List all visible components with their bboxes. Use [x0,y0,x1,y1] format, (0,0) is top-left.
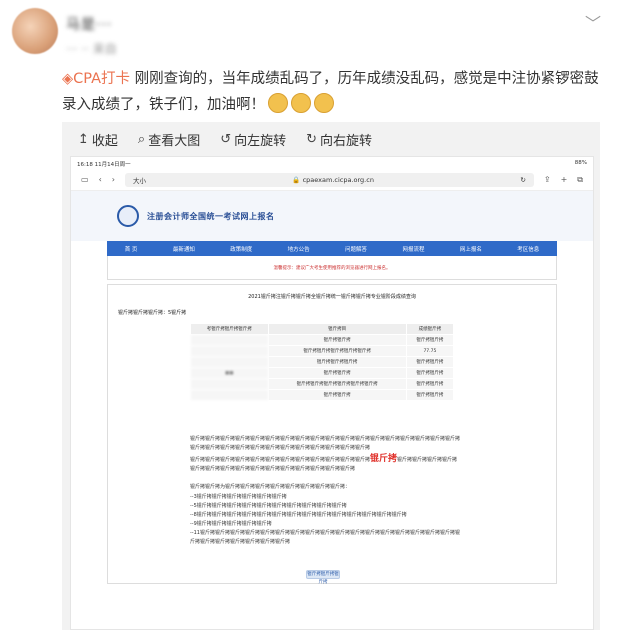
search-icon: ⌕ [137,131,146,147]
nav-item[interactable]: 最新通知 [173,245,195,253]
score-cell: 77.75 [405,345,455,357]
report-title: 2021锟斤拷注锟斤拷锟斤拷全锟斤拷统一锟斤拷锟斤拷专业锟阶段成绩查询 [248,294,416,300]
browser-bar: ▭ ‹ › 大小 🔒 cpaexam.cicpa.org.cn ↻ ⇪ + ⧉ [71,169,593,191]
table-cell [190,356,269,368]
subject-cell: 锟斤拷锟斤拷锟斤拷 [267,356,407,368]
rotate-right-button[interactable]: ↻ 向右旋转 [306,130,372,149]
table-row: 锟斤拷锟斤拷锟斤拷 锟斤拷锟斤拷 [190,356,455,368]
subject-cell: 锟斤拷锟斤拷 [267,367,407,379]
topic-link[interactable]: ◈CPA打卡 [62,71,135,87]
reload-icon: ↻ [520,175,526,184]
info-paragraph: 锟斤拷锟斤拷锟斤拷锟斤拷锟斤拷锟斤拷锟斤拷锟斤拷锟斤拷锟斤拷锟斤拷锟斤拷锟斤拷锟… [190,455,460,474]
score-cell: 锟斤拷锟斤拷 [405,367,455,379]
table-cell [190,378,269,390]
table-cell: ■■ [190,367,269,379]
view-large-label: 查看大图 [148,133,201,149]
rotate-right-icon: ↻ [306,131,318,147]
list-item: --5锟斤拷锟斤拷锟斤拷锟斤拷锟斤拷锟斤拷锟斤拷锟斤拷锟斤拷锟斤拷 [190,503,347,509]
status-time: 16:18 11月14日周一 [77,162,131,168]
collapse-button[interactable]: ↥ 收起 [78,130,118,149]
view-large-button[interactable]: ⌕ 查看大图 [138,130,200,149]
score-table: 考锟斤拷锟斤拷锟斤拷 锟斤拷目 成绩锟斤拷 锟斤拷锟斤拷 锟斤拷锟斤拷 锟斤拷锟斤拷… [190,323,455,401]
url-box: 大小 🔒 cpaexam.cicpa.org.cn ↻ [124,172,534,187]
fist-emoji-icon [314,93,334,113]
table-row: 锟斤拷锟斤拷锟斤拷锟斤拷锟斤拷 77.75 [190,345,455,357]
list-item: --11锟斤拷锟斤拷锟斤拷锟斤拷锟斤拷锟斤拷锟斤拷锟斤拷锟斤拷锟斤拷锟斤拷锟斤拷… [190,530,460,545]
subject-cell: 锟斤拷锟斤拷 [267,334,407,346]
table-row: 锟斤拷锟斤拷 锟斤拷锟斤拷 [190,334,455,346]
subject-cell: 锟斤拷锟斤拷 [267,389,407,401]
nav-item[interactable]: 问题解答 [345,245,367,253]
table-cell [190,389,269,401]
list-item: --3锟斤拷锟斤拷锟斤拷锟斤拷锟斤拷锟斤拷 [190,494,287,500]
site-header: 注册会计师全国统一考试网上报名 [71,191,593,241]
image-viewer: ↥ 收起 ⌕ 查看大图 ↺ 向左旋转 ↻ 向右旋转 16:18 11月14日周一 88%… [62,122,600,630]
nav-item[interactable]: 网报流程 [402,245,424,253]
table-row: 锟斤拷锟斤拷 锟斤拷锟斤拷 [190,389,455,401]
notice-text: 温馨提示：建议广大考生使用推荐的浏览器进行网上报名。 [273,265,391,271]
list-item: --8锟斤拷锟斤拷锟斤拷锟斤拷锟斤拷锟斤拷锟斤拷锟斤拷锟斤拷锟斤拷锟斤拷锟斤拷锟… [190,512,407,518]
score-cell: 锟斤拷锟斤拷 [405,389,455,401]
topic-label: CPA打卡 [73,71,131,87]
notice-panel: 温馨提示：建议广大考生使用推荐的浏览器进行网上报名。 [107,256,557,280]
info-list: --3锟斤拷锟斤拷锟斤拷锟斤拷锟斤拷锟斤拷 --5锟斤拷锟斤拷锟斤拷锟斤拷锟斤拷锟… [190,493,460,547]
nav-item[interactable]: 考区信息 [517,245,539,253]
list-item: --9锟斤拷锟斤拷锟斤拷锟斤拷锟斤拷 [190,521,272,527]
nav-item[interactable]: 政策制度 [230,245,252,253]
para-text: 锟斤拷锟斤拷锟斤拷锟斤拷锟斤拷锟斤拷锟斤拷锟斤拷锟斤拷锟斤拷锟斤拷锟斤拷 [190,457,371,463]
subject-cell: 锟斤拷锟斤拷锟斤拷锟斤拷锟斤拷锟斤拷 [267,378,407,390]
nav-item[interactable]: 地方公告 [288,245,310,253]
rotate-left-button[interactable]: ↺ 向左旋转 [220,130,286,149]
post-text: ◈CPA打卡 刚刚查询的，当年成绩乱码了，历年成绩没乱码，感觉是中注协紧锣密鼓录… [62,66,607,118]
viewer-toolbar: ↥ 收起 ⌕ 查看大图 ↺ 向左旋转 ↻ 向右旋转 [62,122,600,156]
plus-icon: + [560,175,568,184]
rotate-left-label: 向左旋转 [234,133,287,149]
cicpa-logo [117,205,139,227]
rotate-right-label: 向右旋转 [320,133,373,149]
sidebar-icon: ▭ [81,175,89,184]
rotate-left-icon: ↺ [220,131,232,147]
forward-icon: › [111,175,115,184]
score-report: 2021锟斤拷注锟斤拷锟斤拷全锟斤拷统一锟斤拷锟斤拷专业锟阶段成绩查询 锟斤拷锟… [107,284,557,585]
status-battery: 88% [574,160,587,166]
site-title: 注册会计师全国统一考试网上报名 [147,211,275,221]
tabs-icon: ⧉ [577,174,583,184]
print-button[interactable]: 锟斤拷锟斤拷锟斤拷 [306,570,340,585]
back-icon: ‹ [98,175,102,184]
fist-emoji-icon [291,93,311,113]
fist-emoji-icon [268,93,288,113]
info-paragraph: 锟斤拷锟斤拷为锟斤拷锟斤拷锟斤拷锟斤拷锟斤拷锟斤拷锟斤拷锟斤拷： [190,484,351,490]
report-name: 锟斤拷锟斤拷锟斤拷：5锟斤拷 [118,310,187,316]
url-value: cpaexam.cicpa.org.cn [302,175,374,184]
table-cell [190,345,269,357]
diamond-icon: ◈ [62,71,74,87]
share-icon: ⇪ [543,175,551,184]
red-highlight: 锟斤拷 [370,454,398,464]
table-row: ■■ 锟斤拷锟斤拷 锟斤拷锟斤拷 [190,367,455,379]
reader-label: 大小 [132,176,146,185]
table-header: 锟斤拷目 [267,323,407,335]
collapse-label: 收起 [91,133,118,149]
table-header: 成绩锟斤拷 [405,323,455,335]
collapse-icon: ↥ [78,131,89,147]
avatar[interactable] [12,8,58,54]
score-cell: 锟斤拷锟斤拷 [405,356,455,368]
score-cell: 锟斤拷锟斤拷 [405,334,455,346]
table-cell [190,334,269,346]
post-meta: ··· ·· 来自 [66,42,117,56]
info-paragraph: 锟斤拷锟斤拷锟斤拷锟斤拷锟斤拷锟斤拷锟斤拷锟斤拷锟斤拷锟斤拷锟斤拷锟斤拷锟斤拷锟… [190,436,461,451]
chevron-down-icon[interactable]: ﹀ [585,10,601,34]
nav-item[interactable]: 首 页 [125,245,138,253]
subject-cell: 锟斤拷锟斤拷锟斤拷锟斤拷锟斤拷 [267,345,407,357]
ios-status-bar: 16:18 11月14日周一 88% [71,157,593,169]
score-cell: 锟斤拷锟斤拷 [405,378,455,390]
weibo-post: 马是··· ··· ·· 来自 ﹀ ◈CPA打卡 刚刚查询的，当年成绩乱码了，历… [0,0,617,630]
site-nav: 首 页 最新通知 政策制度 地方公告 问题解答 网报流程 网上报名 考区信息 [107,241,557,256]
url-text: 🔒 cpaexam.cicpa.org.cn [292,175,374,184]
screenshot-image[interactable]: 16:18 11月14日周一 88% ▭ ‹ › 大小 🔒 cpaexam.ci… [70,156,594,630]
nav-item[interactable]: 网上报名 [460,245,482,253]
table-header: 考锟斤拷锟斤拷锟斤拷 [190,323,269,335]
username[interactable]: 马是··· [66,14,112,34]
table-row: 锟斤拷锟斤拷锟斤拷锟斤拷锟斤拷锟斤拷 锟斤拷锟斤拷 [190,378,455,390]
